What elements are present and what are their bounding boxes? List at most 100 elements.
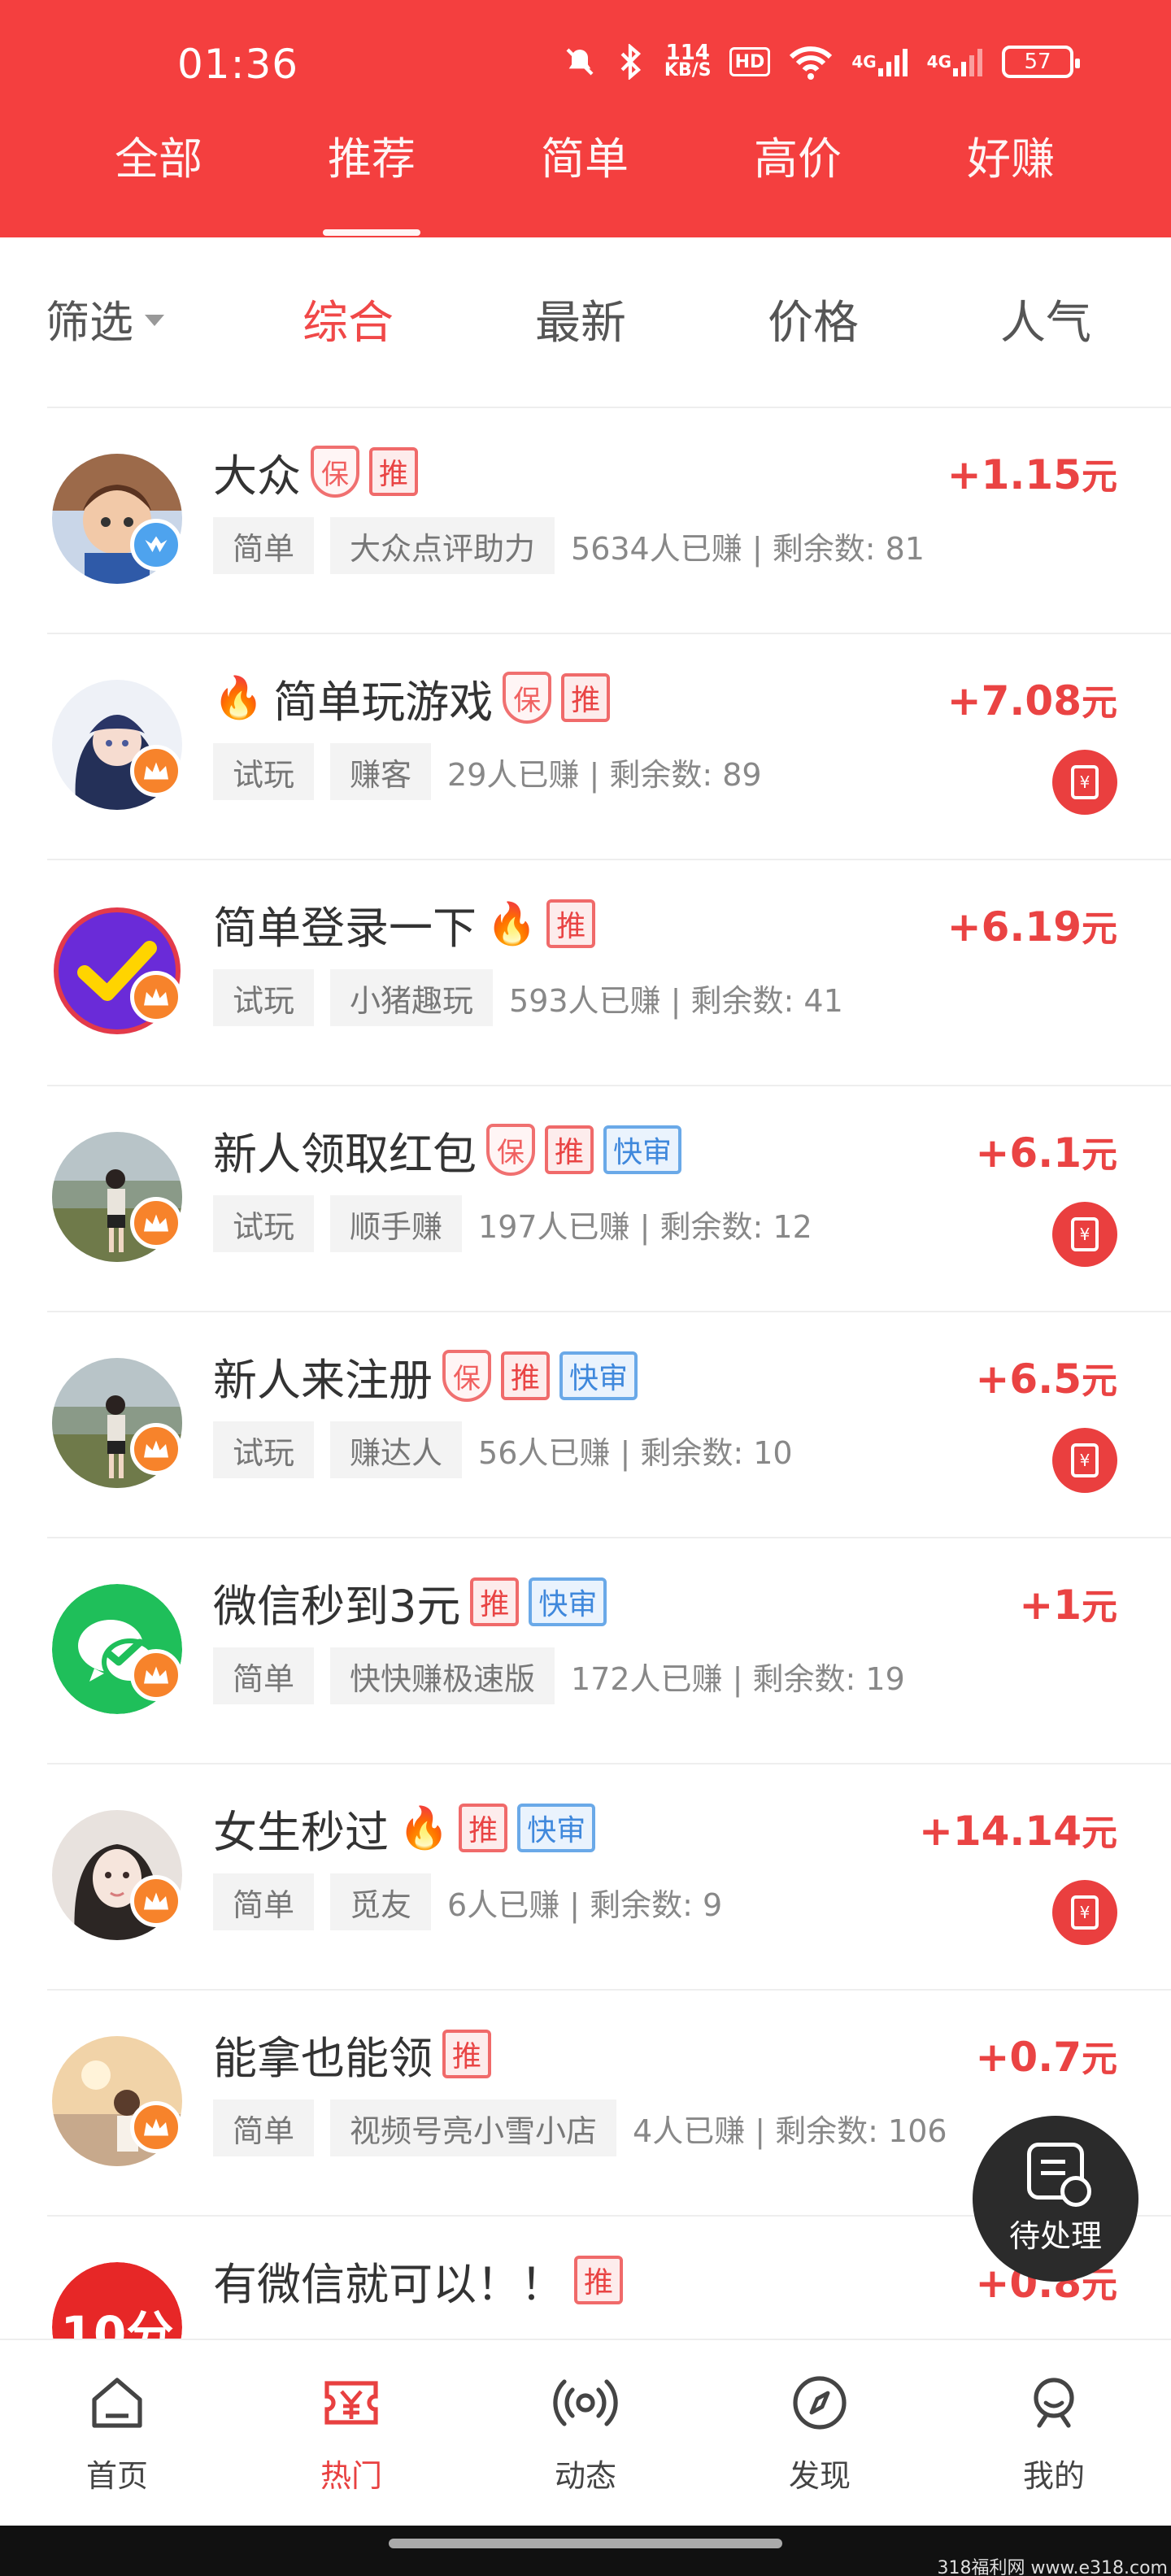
task-title-row: 大众保推 xyxy=(213,439,419,504)
reward-unit: 元 xyxy=(1082,456,1117,498)
nav-label: 首页 xyxy=(85,2458,148,2494)
crown-badge-icon xyxy=(130,745,182,797)
task-reward: +7.08元 xyxy=(947,673,1117,725)
wifi-icon xyxy=(788,42,834,81)
sort-option-1[interactable]: 最新 xyxy=(535,286,626,352)
task-type-chip: 简单 xyxy=(213,2100,315,2156)
nav-item-2[interactable]: 动态 xyxy=(468,2340,703,2526)
fast-review-tag: 快审 xyxy=(559,1351,638,1400)
task-item[interactable]: 大众保推 +1.15元 简单 大众点评助力 5634人已赚 | 剩余数: 81 xyxy=(47,408,1171,634)
reward-amount: +7.08 xyxy=(947,677,1082,724)
dropdown-triangle-icon xyxy=(145,314,164,326)
pending-button[interactable]: 待处理 xyxy=(973,2116,1138,2282)
task-meta: 试玩 顺手赚 197人已赚 | 剩余数: 12 xyxy=(213,1195,812,1252)
task-reward: +1元 xyxy=(1019,1577,1117,1630)
reward-unit: 元 xyxy=(1082,1586,1117,1628)
task-item[interactable]: 🔥 简单玩游戏保推 +7.08元 试玩 赚客 29人已赚 | 剩余数: 89 ¥ xyxy=(47,634,1171,860)
red-envelope-coin-icon: ¥ xyxy=(1052,750,1117,815)
crown-badge-icon xyxy=(130,1875,182,1927)
reward-amount: +6.1 xyxy=(975,1129,1082,1177)
network-speed: 114 KB/S xyxy=(664,41,712,80)
reward-unit: 元 xyxy=(1082,682,1117,724)
guarantee-tag: 保 xyxy=(442,1350,491,1402)
nav-item-0[interactable]: 首页 xyxy=(0,2340,234,2526)
task-publisher-chip: 大众点评助力 xyxy=(330,517,555,574)
watermark: 318福利网 www.e318.com xyxy=(937,2558,1168,2576)
task-stats: 29人已赚 | 剩余数: 89 xyxy=(447,756,762,793)
task-title-row: 简单登录一下 🔥 推 xyxy=(213,891,596,956)
nav-label: 动态 xyxy=(554,2458,616,2494)
task-publisher-chip: 觅友 xyxy=(330,1873,432,1930)
nav-item-3[interactable]: 发现 xyxy=(703,2340,937,2526)
recommend-tag: 推 xyxy=(574,2256,624,2304)
recommend-tag: 推 xyxy=(546,899,596,948)
task-publisher-chip: 顺手赚 xyxy=(330,1195,463,1252)
task-item[interactable]: 简单登录一下 🔥 推 +6.19元 试玩 小猪趣玩 593人已赚 | 剩余数: 41 xyxy=(47,860,1171,1086)
task-stats: 172人已赚 | 剩余数: 19 xyxy=(571,1660,905,1697)
reward-unit: 元 xyxy=(1082,2039,1117,2080)
reward-unit: 元 xyxy=(1082,908,1117,950)
tab-0[interactable]: 全部 xyxy=(52,122,265,236)
crown-badge-icon xyxy=(130,1197,182,1249)
mute-icon xyxy=(564,42,596,81)
category-tabs: 全部 推荐 简单 高价 好赚 xyxy=(0,122,1171,236)
task-reward: +1.15元 xyxy=(947,447,1117,499)
sort-option-3[interactable]: 人气 xyxy=(1000,286,1091,352)
task-publisher-chip: 赚达人 xyxy=(330,1421,463,1478)
task-item[interactable]: 女生秒过 🔥 推快审 +14.14元 简单 觅友 6人已赚 | 剩余数: 9 ¥ xyxy=(47,1764,1171,1991)
task-type-chip: 试玩 xyxy=(213,743,315,800)
recommend-tag: 推 xyxy=(470,1577,520,1626)
nav-item-1[interactable]: 热门 xyxy=(234,2340,468,2526)
filter-label: 筛选 xyxy=(46,297,133,348)
red-envelope-coin-icon: ¥ xyxy=(1052,1880,1117,1945)
task-publisher-chip: 视频号亮小雪小店 xyxy=(330,2100,617,2156)
task-item[interactable]: 新人领取红包保推快审 +6.1元 试玩 顺手赚 197人已赚 | 剩余数: 12 ¥ xyxy=(47,1086,1171,1312)
recommend-tag: 推 xyxy=(459,1804,508,1852)
sort-option-2[interactable]: 价格 xyxy=(768,286,859,352)
reward-unit: 元 xyxy=(1082,1134,1117,1176)
tab-3[interactable]: 高价 xyxy=(691,122,904,236)
task-title-row: 微信秒到3元推快审 xyxy=(213,1569,607,1634)
reward-amount: +1 xyxy=(1019,1582,1082,1629)
home-indicator[interactable] xyxy=(389,2539,782,2548)
guarantee-tag: 保 xyxy=(503,672,552,724)
user-icon xyxy=(1019,2368,1089,2438)
task-title-row: 有微信就可以！！推 xyxy=(213,2247,624,2313)
fire-icon: 🔥 xyxy=(213,673,264,721)
task-title: 简单玩游戏 xyxy=(273,676,494,728)
reward-amount: +6.5 xyxy=(975,1355,1082,1403)
tab-2[interactable]: 简单 xyxy=(478,122,691,236)
task-meta: 简单 大众点评助力 5634人已赚 | 剩余数: 81 xyxy=(213,517,925,574)
nav-label: 我的 xyxy=(1022,2458,1085,2494)
reward-amount: +1.15 xyxy=(947,451,1082,498)
task-stats: 4人已赚 | 剩余数: 106 xyxy=(633,2113,947,2149)
task-type-chip: 试玩 xyxy=(213,1195,315,1252)
guarantee-tag: 保 xyxy=(486,1124,535,1176)
crown-badge-icon xyxy=(130,2101,182,2153)
status-time: 01:36 xyxy=(177,41,299,88)
task-meta: 简单 快快赚极速版 172人已赚 | 剩余数: 19 xyxy=(213,1647,905,1704)
task-title: 能拿也能领 xyxy=(213,2032,433,2084)
recommend-tag: 推 xyxy=(545,1125,594,1174)
app-header: 01:36 114 KB/S HD 4G 4G 57 全部 推荐 简单 高价 好… xyxy=(0,0,1171,237)
task-title: 微信秒到3元 xyxy=(213,1580,461,1632)
tab-4[interactable]: 好赚 xyxy=(904,122,1117,236)
reward-amount: +14.14 xyxy=(918,1808,1082,1855)
task-stats: 197人已赚 | 剩余数: 12 xyxy=(478,1208,812,1245)
fire-icon: 🔥 xyxy=(398,1804,450,1852)
red-envelope-coin-icon: ¥ xyxy=(1052,1428,1117,1493)
task-list: 大众保推 +1.15元 简单 大众点评助力 5634人已赚 | 剩余数: 81 🔥 简单玩游… xyxy=(0,408,1171,2443)
guarantee-tag: 保 xyxy=(311,446,359,498)
sort-option-0[interactable]: 综合 xyxy=(303,286,394,352)
task-item[interactable]: 新人来注册保推快审 +6.5元 试玩 赚达人 56人已赚 | 剩余数: 10 ¥ xyxy=(47,1312,1171,1538)
sort-bar: 筛选 综合 最新 价格 人气 xyxy=(0,237,1171,408)
task-title: 简单登录一下 xyxy=(213,902,477,954)
task-title-row: 能拿也能领推 xyxy=(213,2021,492,2086)
task-item[interactable]: 微信秒到3元推快审 +1元简单 快快赚极速版 172人已赚 | 剩余数: 19 xyxy=(47,1538,1171,1764)
filter-button[interactable]: 筛选 xyxy=(46,286,164,350)
reward-amount: +0.7 xyxy=(975,2034,1082,2081)
tab-1[interactable]: 推荐 xyxy=(265,122,478,236)
fast-review-tag: 快审 xyxy=(529,1577,607,1626)
ticket-yen-icon xyxy=(316,2368,386,2438)
nav-item-4[interactable]: 我的 xyxy=(937,2340,1171,2526)
